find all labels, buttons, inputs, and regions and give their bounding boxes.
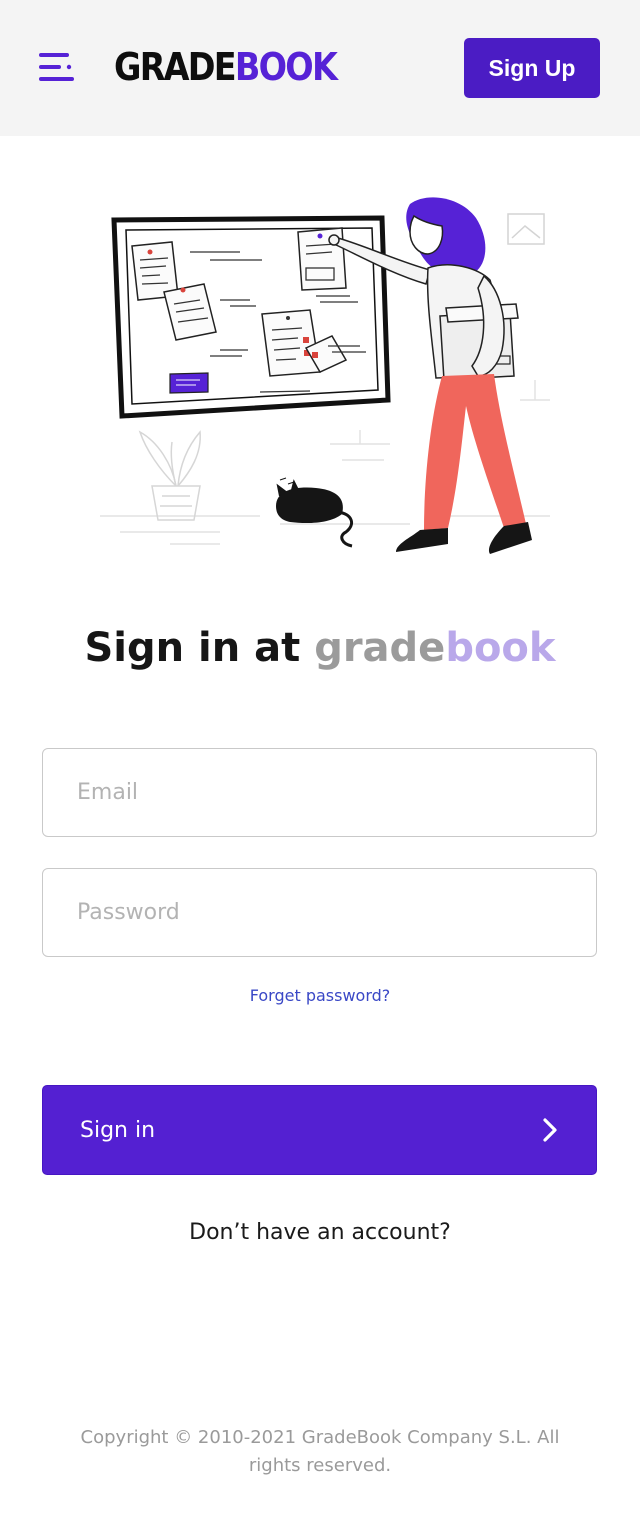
forgot-password-link[interactable]: Forget password? bbox=[0, 986, 640, 1005]
no-account-link[interactable]: Don’t have an account? bbox=[0, 1220, 640, 1245]
sign-up-button[interactable]: Sign Up bbox=[464, 38, 600, 98]
hero-illustration bbox=[100, 197, 550, 554]
title-brand-grade: grade bbox=[314, 625, 446, 671]
sign-in-label: Sign in bbox=[80, 1117, 156, 1143]
logo-book-text: BOOK bbox=[234, 45, 338, 89]
menu-icon bbox=[39, 53, 74, 81]
copyright-text: Copyright © 2010-2021 GradeBook Company … bbox=[80, 1427, 560, 1476]
logo-grade-text: GRADE bbox=[114, 45, 237, 89]
title-brand-book: book bbox=[445, 625, 556, 671]
email-field[interactable] bbox=[42, 748, 597, 837]
chevron-right-icon bbox=[543, 1118, 557, 1142]
title-prefix: Sign in at bbox=[84, 625, 315, 671]
menu-button[interactable] bbox=[36, 48, 78, 88]
header-bar: GRADEBOOK Sign Up bbox=[0, 0, 640, 136]
sign-in-button[interactable]: Sign in bbox=[42, 1085, 597, 1175]
gradebook-logo[interactable]: GRADEBOOK bbox=[114, 42, 338, 92]
password-field[interactable] bbox=[42, 868, 597, 957]
page-title: Sign in at gradebook bbox=[0, 620, 640, 676]
